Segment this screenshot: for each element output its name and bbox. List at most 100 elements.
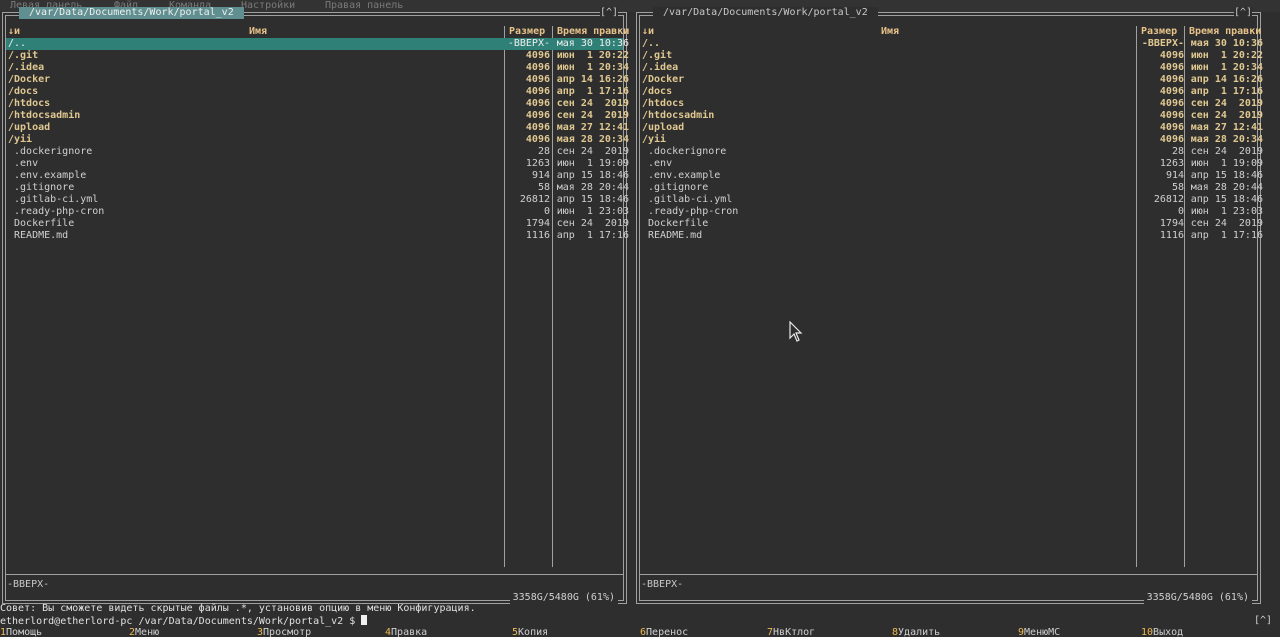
file-row[interactable]: .env.example 914 апр 15 18:46	[640, 170, 1263, 182]
arrow-pointer-icon	[789, 321, 803, 342]
directory-row[interactable]: /.git 4096 июн 1 20:22	[640, 50, 1263, 62]
directory-row[interactable]: /docs 4096 апр 1 17:16	[640, 86, 1263, 98]
file-size: 4096	[525, 98, 550, 109]
file-row[interactable]: .env.example 914 апр 15 18:46	[6, 170, 629, 182]
fkey-4[interactable]: 4Правка	[385, 627, 427, 637]
fkey-2[interactable]: 2Меню	[129, 627, 159, 637]
file-row[interactable]: .ready-php-cron 0 июн 1 23:03	[640, 206, 1263, 218]
file-size: 58	[537, 182, 550, 193]
file-row[interactable]: .env 1263 июн 1 19:09	[640, 158, 1263, 170]
file-modified-time: сен 24 2019	[1190, 98, 1263, 109]
fkey-label: Меню	[135, 627, 160, 637]
column-header-time[interactable]: Время правки	[1189, 26, 1261, 38]
file-name: /htdocsadmin	[642, 110, 715, 121]
directory-row[interactable]: /Docker 4096 апр 14 16:26	[640, 74, 1263, 86]
directory-row[interactable]: /htdocsadmin 4096 сен 24 2019	[640, 110, 1263, 122]
column-header-time[interactable]: Время правки	[557, 26, 629, 38]
panel-path[interactable]: /var/Data/Documents/Work/portal_v2	[653, 7, 878, 19]
directory-row[interactable]: /docs 4096 апр 1 17:16	[6, 86, 629, 98]
file-size: 914	[531, 170, 550, 181]
directory-row[interactable]: /htdocs 4096 сен 24 2019	[6, 98, 629, 110]
directory-row[interactable]: /.. -ВВЕРХ-мая 30 10:36	[640, 38, 1263, 50]
column-header-size[interactable]: Размер	[509, 26, 545, 38]
file-name: .ready-php-cron	[8, 206, 105, 217]
file-name: /upload	[8, 122, 51, 133]
file-modified-time: мая 28 20:34	[1190, 134, 1263, 145]
fkey-3[interactable]: 3Просмотр	[257, 627, 311, 637]
directory-row[interactable]: /upload 4096 мая 27 12:41	[640, 122, 1263, 134]
file-row[interactable]: .dockerignore 28 сен 24 2019	[6, 146, 629, 158]
directory-row[interactable]: /yii 4096 мая 28 20:34	[640, 134, 1263, 146]
directory-row[interactable]: /htdocsadmin 4096 сен 24 2019	[6, 110, 629, 122]
file-row[interactable]: .gitignore 58 мая 28 20:44	[6, 182, 629, 194]
file-name: /yii	[642, 134, 667, 145]
sort-indicator[interactable]: ↓и	[8, 26, 20, 38]
corner-marks[interactable]: [^]	[1254, 615, 1272, 627]
file-modified-time: мая 28 20:44	[556, 182, 629, 193]
file-modified-time: июн 1 20:34	[1190, 62, 1263, 73]
hint-line: Совет: Вы сможете видеть скрытые файлы .…	[0, 603, 476, 614]
file-modified-time: июн 1 20:22	[1190, 50, 1263, 61]
directory-row[interactable]: /yii 4096 мая 28 20:34	[6, 134, 629, 146]
file-name: /Docker	[642, 74, 685, 85]
file-modified-time: мая 28 20:44	[1190, 182, 1263, 193]
file-name: .gitignore	[8, 182, 75, 193]
directory-row[interactable]: /upload 4096 мая 27 12:41	[6, 122, 629, 134]
column-header-size[interactable]: Размер	[1141, 26, 1177, 38]
file-name: /.git	[8, 50, 39, 61]
fkey-5[interactable]: 5Копия	[512, 627, 548, 637]
file-name: /docs	[642, 86, 673, 97]
file-name: /htdocs	[642, 98, 685, 109]
file-row[interactable]: README.md 1116 апр 1 17:16	[6, 230, 629, 242]
file-row[interactable]: .gitlab-ci.yml 26812 апр 15 18:46	[640, 194, 1263, 206]
file-size: 4096	[525, 62, 550, 73]
file-name: /.idea	[642, 62, 679, 73]
fkey-label: Правка	[391, 627, 428, 637]
file-row[interactable]: .gitlab-ci.yml 26812 апр 15 18:46	[6, 194, 629, 206]
file-size: 4096	[525, 50, 550, 61]
right-file-panel[interactable]: /var/Data/Documents/Work/portal_v2 [^] ↓…	[636, 7, 1263, 604]
file-row[interactable]: .gitignore 58 мая 28 20:44	[640, 182, 1263, 194]
directory-row[interactable]: /.idea 4096 июн 1 20:34	[6, 62, 629, 74]
disk-usage: 3358G/5480G (61%)	[1143, 592, 1252, 604]
file-name: README.md	[642, 230, 703, 241]
file-row[interactable]: Dockerfile 1794 сен 24 2019	[640, 218, 1263, 230]
file-row[interactable]: .env 1263 июн 1 19:09	[6, 158, 629, 170]
column-header-name[interactable]: Имя	[881, 26, 899, 38]
directory-row[interactable]: /.idea 4096 июн 1 20:34	[640, 62, 1263, 74]
file-row[interactable]: .ready-php-cron 0 июн 1 23:03	[6, 206, 629, 218]
file-modified-time: апр 14 16:26	[1190, 74, 1263, 85]
fkey-6[interactable]: 6Перенос	[640, 627, 688, 637]
menu-item-right-panel[interactable]: Правая панель	[325, 0, 403, 12]
fkey-8[interactable]: 8Удалить	[892, 627, 940, 637]
sort-indicator[interactable]: ↓и	[642, 26, 654, 38]
file-row[interactable]: Dockerfile 1794 сен 24 2019	[6, 218, 629, 230]
fkey-1[interactable]: 1Помощь	[0, 627, 42, 637]
file-name: /..	[642, 38, 661, 49]
file-size: 1794	[1159, 218, 1184, 229]
fkey-9[interactable]: 9МенюMC	[1018, 627, 1060, 637]
file-modified-time: сен 24 2019	[1190, 146, 1263, 157]
file-modified-time: сен 24 2019	[1190, 110, 1263, 121]
panel-status: -ВВЕРХ-	[641, 579, 684, 590]
menu-item-settings[interactable]: Настройки	[241, 0, 295, 12]
file-modified-time: сен 24 2019	[556, 110, 629, 121]
directory-row[interactable]: /htdocs 4096 сен 24 2019	[640, 98, 1263, 110]
file-size: 4096	[1159, 86, 1184, 97]
fkey-label: Удалить	[898, 627, 941, 637]
directory-row[interactable]: /.. -ВВЕРХ-мая 30 10:36	[6, 38, 629, 50]
left-file-panel[interactable]: /var/Data/Documents/Work/portal_v2 [^] ↓…	[2, 7, 629, 604]
panel-corner-marks[interactable]: [^]	[1233, 7, 1252, 19]
directory-row[interactable]: /.git 4096 июн 1 20:22	[6, 50, 629, 62]
fkey-7[interactable]: 7НвКтлог	[767, 627, 815, 637]
file-name: /htdocs	[8, 98, 51, 109]
panel-corner-marks[interactable]: [^]	[599, 7, 618, 19]
directory-row[interactable]: /Docker 4096 апр 14 16:26	[6, 74, 629, 86]
fkey-10[interactable]: 10Выход	[1141, 627, 1183, 637]
panel-path[interactable]: /var/Data/Documents/Work/portal_v2	[19, 7, 244, 19]
column-header-name[interactable]: Имя	[249, 26, 267, 38]
file-size: 1116	[525, 230, 550, 241]
file-row[interactable]: .dockerignore 28 сен 24 2019	[640, 146, 1263, 158]
status-divider	[640, 574, 1257, 575]
file-row[interactable]: README.md 1116 апр 1 17:16	[640, 230, 1263, 242]
